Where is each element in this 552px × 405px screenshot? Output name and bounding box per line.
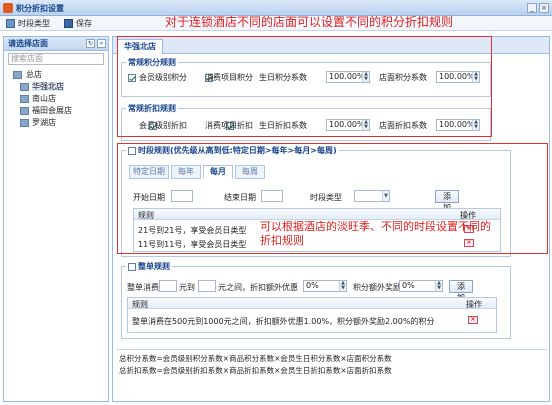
yuan-to-label: 元到 bbox=[179, 283, 195, 292]
store-icon bbox=[20, 107, 29, 115]
whole-add-button[interactable]: 添加 bbox=[449, 280, 473, 302]
store-icon bbox=[20, 83, 29, 91]
tree-item-0[interactable]: 总店 bbox=[8, 69, 106, 81]
extra-points-input[interactable]: 0% ▲ ▼ bbox=[399, 280, 443, 292]
store-icon bbox=[20, 95, 29, 103]
store-panel-header: 请选择店面 ↻ « bbox=[4, 37, 108, 51]
annotation-top: 对于连锁酒店不同的店面可以设置不同的积分折扣规则 bbox=[165, 15, 454, 29]
tree-item-1[interactable]: 华强北店 bbox=[8, 81, 106, 93]
whole-consume-label: 整单消费 bbox=[127, 283, 159, 292]
table-row: 整单消费在500元到1000元之间，折扣额外优惠1.00%，积分额外奖励2.00… bbox=[132, 317, 435, 326]
store-panel-title: 请选择店面 bbox=[8, 39, 48, 48]
tree-item-4[interactable]: 罗湖店 bbox=[8, 117, 106, 129]
store-tree: 总店 华强北店 南山店 福田会展店 罗湖店 bbox=[8, 69, 106, 129]
extra-discount-input[interactable]: 0% ▲ ▼ bbox=[303, 280, 347, 292]
store-panel: 请选择店面 ↻ « 搜索店面 总店 华强北店 南山店 福田会展店 罗湖店 bbox=[3, 36, 109, 402]
discount-formula: 总折扣系数=会员级别折扣系数×商品折扣系数×会员生日折扣系数×店面折扣系数 bbox=[119, 366, 392, 375]
calendar-icon bbox=[6, 19, 15, 28]
delete-icon[interactable]: ✕ bbox=[468, 316, 478, 324]
spinner-icon[interactable]: ▲ ▼ bbox=[339, 281, 346, 291]
collapse-icon[interactable]: « bbox=[97, 39, 106, 48]
save-button[interactable]: 保存 bbox=[62, 17, 92, 30]
amount-to-input[interactable] bbox=[198, 280, 216, 292]
period-type-button[interactable]: 时段类型 bbox=[4, 17, 50, 30]
whole-rule-checkbox[interactable] bbox=[128, 262, 136, 271]
between-label: 元之间，折扣额外优惠 bbox=[218, 283, 298, 292]
annotation-box-regular bbox=[117, 36, 492, 137]
formula-footer: 总积分系数=会员级别积分系数×商品积分系数×会员生日积分系数×店面积分系数 总折… bbox=[117, 349, 547, 379]
col-rule: 规则 bbox=[132, 300, 148, 309]
tree-item-2[interactable]: 南山店 bbox=[8, 93, 106, 105]
amount-from-input[interactable] bbox=[159, 280, 177, 292]
whole-rule-table: 规则 操作 整单消费在500元到1000元之间，折扣额外优惠1.00%，积分额外… bbox=[127, 297, 497, 333]
table-header: 规则 操作 bbox=[128, 298, 496, 309]
store-icon bbox=[20, 119, 29, 127]
extra-points-label: 积分额外奖励 bbox=[353, 283, 401, 292]
save-icon bbox=[64, 19, 73, 28]
store-search-input[interactable]: 搜索店面 bbox=[8, 53, 104, 65]
close-button[interactable]: × bbox=[539, 3, 549, 13]
annotation-box-period bbox=[117, 143, 548, 254]
whole-rule-legend: 整单规则 bbox=[126, 261, 172, 272]
tree-item-3[interactable]: 福田会展店 bbox=[8, 105, 106, 117]
col-operation: 操作 bbox=[466, 300, 482, 309]
save-label: 保存 bbox=[76, 19, 92, 28]
period-type-label: 时段类型 bbox=[18, 19, 50, 28]
app-icon bbox=[3, 3, 13, 13]
spinner-icon[interactable]: ▲ ▼ bbox=[435, 281, 442, 291]
refresh-icon[interactable]: ↻ bbox=[86, 39, 95, 48]
store-icon bbox=[13, 71, 22, 79]
annotation-period-line2: 折扣规则 bbox=[260, 234, 304, 247]
points-formula: 总积分系数=会员级别积分系数×商品积分系数×会员生日积分系数×店面积分系数 bbox=[119, 354, 392, 363]
window-title: 积分折扣设置 bbox=[16, 4, 64, 13]
whole-rule-title: 整单规则 bbox=[138, 262, 170, 271]
minimize-button[interactable]: _ bbox=[527, 3, 537, 13]
